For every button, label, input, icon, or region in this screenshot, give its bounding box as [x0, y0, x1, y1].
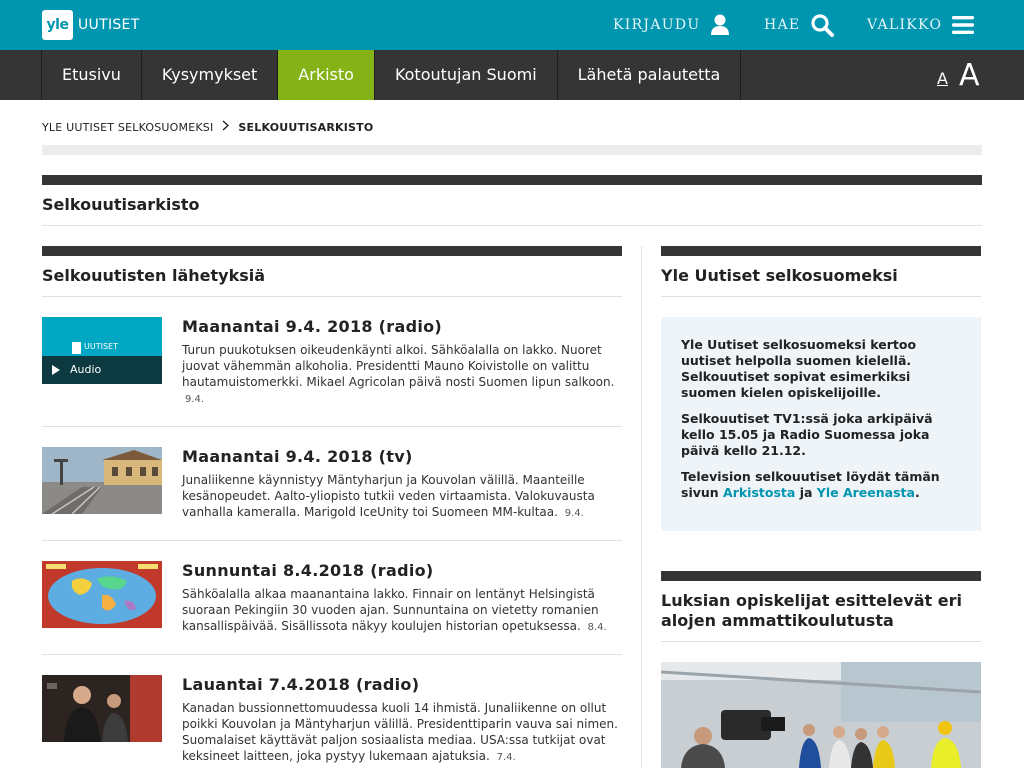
yle-logo-mark: yle — [42, 10, 73, 40]
item-thumbnail-train-station[interactable] — [42, 447, 162, 514]
divider — [42, 225, 982, 226]
search-icon — [811, 14, 835, 37]
list-item: Maanantai 9.4. 2018 (tv) Junaliikenne kä… — [42, 447, 622, 537]
audio-badge: Audio — [42, 356, 162, 384]
divider — [661, 296, 981, 297]
divider — [42, 426, 622, 427]
page-title: Selkouutisarkisto — [42, 195, 200, 214]
gray-divider-strip — [42, 145, 982, 155]
nav-item-laheta-palautetta[interactable]: Lähetä palautetta — [556, 50, 742, 100]
divider — [42, 296, 622, 297]
login-button[interactable]: KIRJAUDU — [613, 0, 730, 50]
breadcrumb-current: SELKOUUTISARKISTO — [238, 120, 374, 134]
font-size-small-button[interactable]: A — [937, 69, 948, 88]
hamburger-icon — [952, 16, 975, 34]
yle-areena-link[interactable]: Yle Areenasta — [817, 485, 915, 500]
menu-button[interactable]: VALIKKO — [867, 0, 975, 50]
item-date: 9.4. — [185, 394, 205, 405]
info-paragraph-3: Television selkouutiset löydät tämän siv… — [681, 469, 961, 501]
item-date: 7.4. — [496, 752, 516, 763]
item-desc-text: Kanadan bussionnettomuudessa kuoli 14 ih… — [182, 701, 618, 763]
item-desc-text: Turun puukotuksen oikeudenkäynti alkoi. … — [182, 343, 615, 389]
column-divider — [641, 246, 642, 768]
left-column-title: Selkouutisten lähetyksiä — [42, 266, 266, 285]
list-item: Lauantai 7.4.2018 (radio) Kanadan bussio… — [42, 675, 622, 768]
menu-label: VALIKKO — [867, 17, 943, 33]
page-title-bar — [42, 175, 982, 185]
item-description: Junaliikenne käynnistyy Mäntyharjun ja K… — [182, 472, 622, 522]
info-paragraph-2: Selkouutiset TV1:ssä joka arkipäivä kell… — [681, 411, 933, 458]
list-item: UUTISET Audio Maanantai 9.4. 2018 (radio… — [42, 317, 622, 407]
item-title[interactable]: Lauantai 7.4.2018 (radio) — [182, 675, 419, 694]
arkisto-link[interactable]: Arkistosta — [723, 485, 795, 500]
item-description: Sähköalalla alkaa maanantaina lakko. Fin… — [182, 586, 622, 636]
breadcrumb-parent-link[interactable]: YLE UUTISET SELKOSUOMEKSI — [42, 121, 213, 134]
item-thumbnail[interactable]: UUTISET Audio — [42, 317, 162, 384]
item-desc-text: Sähköalalla alkaa maanantaina lakko. Fin… — [182, 587, 599, 633]
info-text: ja — [799, 485, 813, 500]
divider — [661, 641, 981, 642]
item-date: 8.4. — [587, 622, 607, 633]
list-item: Sunnuntai 8.4.2018 (radio) Sähköalalla a… — [42, 561, 622, 651]
promo-section-bar — [661, 571, 981, 581]
promo-title[interactable]: Luksian opiskelijat esittelevät eri aloj… — [661, 591, 981, 631]
search-button[interactable]: HAE — [764, 0, 835, 50]
top-bar: yle UUTISET KIRJAUDU HAE VALIKKO — [0, 0, 1024, 50]
font-size-large-button[interactable]: A — [959, 58, 980, 93]
divider — [42, 654, 622, 655]
chevron-right-icon — [222, 120, 230, 134]
item-thumbnail-world-map[interactable] — [42, 561, 162, 628]
divider — [42, 540, 622, 541]
item-desc-text: Junaliikenne käynnistyy Mäntyharjun ja K… — [182, 473, 595, 519]
info-text: . — [914, 485, 920, 500]
thumb-logo-text: UUTISET — [84, 342, 118, 351]
main-nav: Etusivu Kysymykset Arkisto Kotoutujan Su… — [0, 50, 1024, 100]
nav-item-arkisto[interactable]: Arkisto — [277, 50, 374, 100]
user-icon — [711, 14, 730, 35]
nav-item-kysymykset[interactable]: Kysymykset — [140, 50, 277, 100]
play-icon — [52, 365, 60, 375]
left-section-bar — [42, 246, 622, 256]
item-date: 9.4. — [564, 508, 584, 519]
nav-item-etusivu[interactable]: Etusivu — [41, 50, 141, 100]
right-column-title: Yle Uutiset selkosuomeksi — [661, 266, 898, 285]
item-description: Kanadan bussionnettomuudessa kuoli 14 ih… — [182, 700, 622, 766]
item-title[interactable]: Maanantai 9.4. 2018 (radio) — [182, 317, 442, 336]
logo-text: UUTISET — [78, 17, 140, 33]
nav-items: Etusivu Kysymykset Arkisto Kotoutujan Su… — [41, 50, 742, 100]
yle-logo-mini — [72, 342, 81, 354]
info-box: Yle Uutiset selkosuomeksi kertoo uutiset… — [661, 317, 981, 531]
item-description: Turun puukotuksen oikeudenkäynti alkoi. … — [182, 342, 622, 408]
item-title[interactable]: Maanantai 9.4. 2018 (tv) — [182, 447, 413, 466]
promo-image-students[interactable] — [661, 662, 981, 768]
info-paragraph-1: Yle Uutiset selkosuomeksi kertoo uutiset… — [681, 337, 917, 400]
item-thumbnail-people[interactable] — [42, 675, 162, 742]
search-label: HAE — [764, 17, 801, 33]
nav-item-kotoutujan-suomi[interactable]: Kotoutujan Suomi — [373, 50, 557, 100]
item-title[interactable]: Sunnuntai 8.4.2018 (radio) — [182, 561, 434, 580]
right-section-bar — [661, 246, 981, 256]
yle-uutiset-logo[interactable]: yle UUTISET — [42, 10, 140, 40]
breadcrumb: YLE UUTISET SELKOSUOMEKSI SELKOUUTISARKI… — [42, 120, 373, 134]
audio-label: Audio — [70, 363, 102, 376]
login-label: KIRJAUDU — [613, 17, 701, 33]
